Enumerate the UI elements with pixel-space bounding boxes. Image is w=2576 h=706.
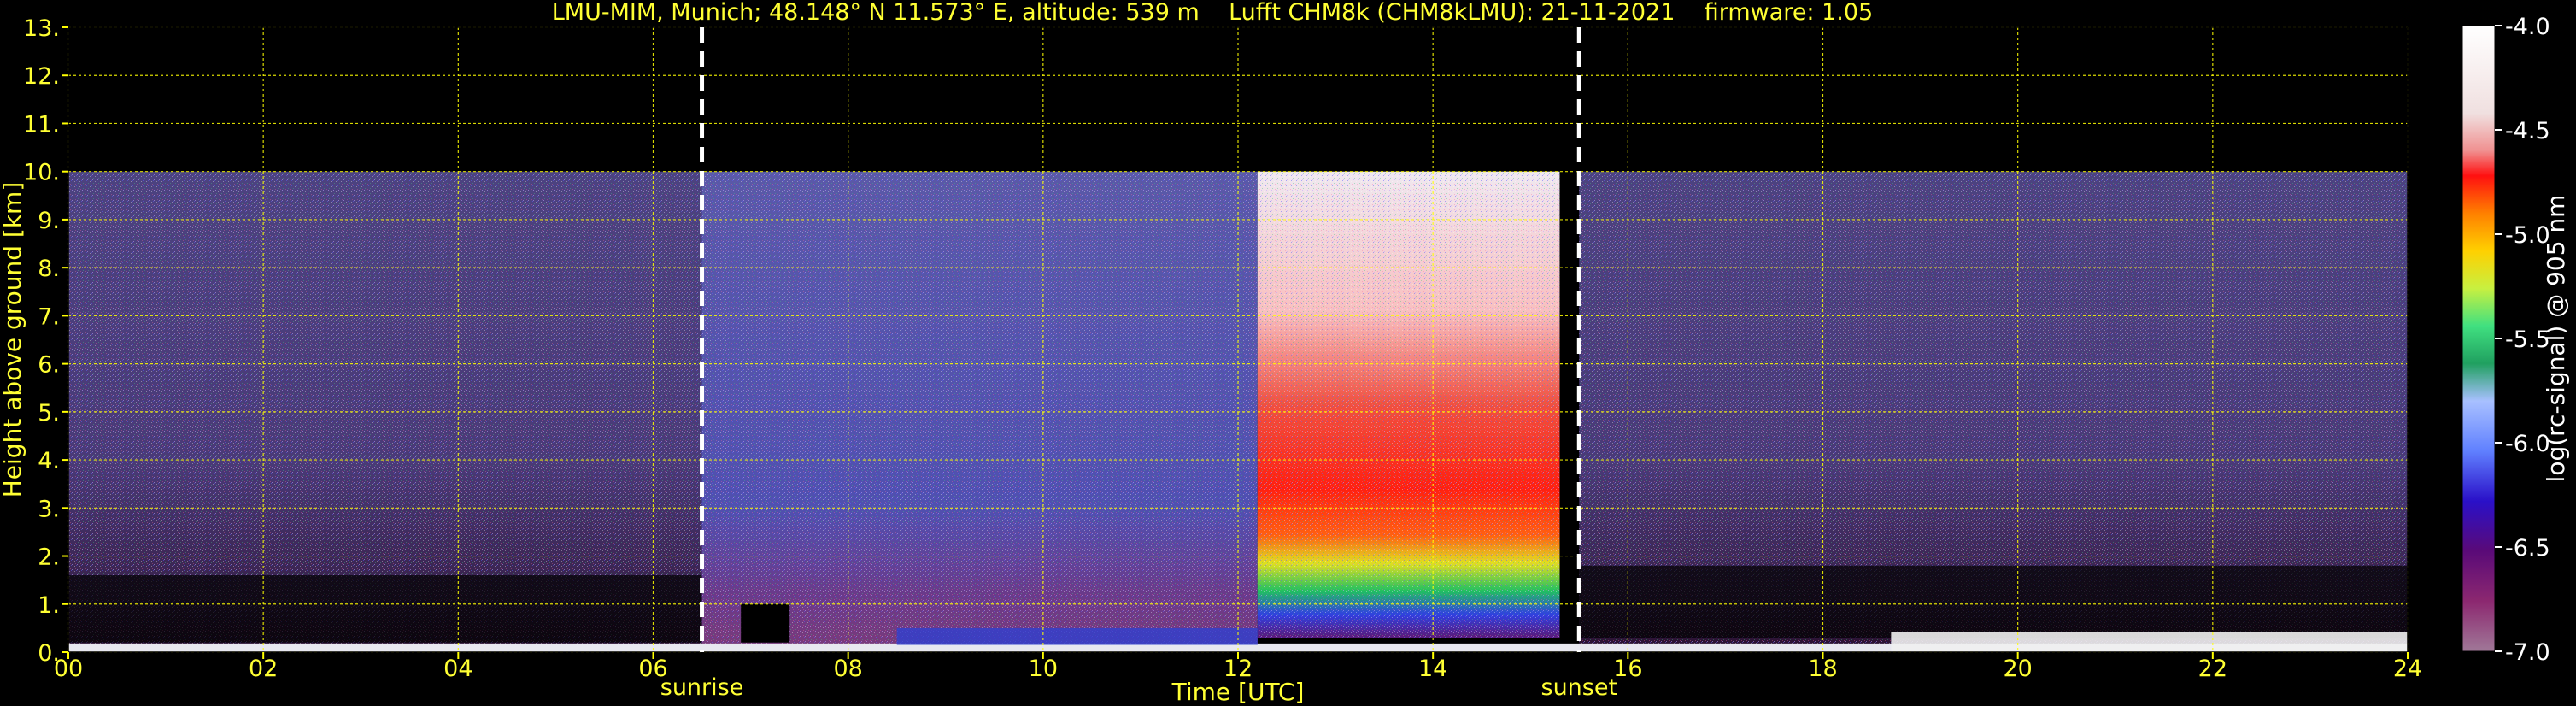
y-tick-label: 12. (23, 63, 60, 90)
evening-low-layer (1579, 565, 2408, 638)
y-tick-label: 5. (38, 400, 60, 427)
y-tick-label: 7. (38, 303, 60, 330)
x-tick-label: 02 (249, 656, 278, 682)
y-tick-label: 3. (38, 496, 60, 522)
heatmap-noise (701, 171, 1258, 652)
colorbar-tick-label: -7.0 (2505, 639, 2550, 666)
x-tick-label: 00 (54, 656, 83, 682)
morning-boundary-layer (896, 627, 1258, 645)
heatmap-noise (1257, 171, 1560, 638)
x-tick-label: 20 (2003, 656, 2032, 682)
chart-svg: sunrise sunset0.1.2.3.4.5.6.7.8.9.10.11.1… (0, 0, 2570, 706)
y-tick-label: 2. (38, 544, 60, 571)
y-tick-label: 4. (38, 448, 60, 474)
y-axis-label: Height above ground [km] (0, 182, 26, 498)
x-tick-label: 16 (1613, 656, 1642, 682)
y-tick-label: 1. (38, 592, 60, 619)
colorbar-label: log(rc-signal) @ 905 nm (2542, 195, 2570, 483)
night-low-layer (68, 575, 702, 643)
sunrise-label: sunrise (660, 674, 744, 701)
x-axis-label: Time [UTC] (1171, 678, 1305, 706)
colorbar-tick-label: -6.5 (2505, 535, 2550, 562)
y-tick-label: 13. (23, 15, 60, 42)
x-tick-label: 22 (2198, 656, 2227, 682)
x-tick-label: 14 (1418, 656, 1447, 682)
x-tick-label: 06 (638, 656, 667, 682)
x-tick-label: 04 (443, 656, 472, 682)
x-tick-label: 10 (1029, 656, 1058, 682)
y-tick-label: 11. (23, 111, 60, 138)
chart-title: LMU-MIM, Munich; 48.148° N 11.573° E, al… (552, 0, 1873, 26)
sunset-label: sunset (1541, 674, 1618, 701)
ceilometer-chart: sunrise sunset 0. 1. 2. 3. 4. 5. 6. 7. 8. 9. 10. 11. 1… (0, 0, 2576, 706)
y-tick-label: 6. (38, 352, 60, 379)
colorbar (2462, 25, 2496, 652)
colorbar-tick-label: -4.0 (2505, 14, 2550, 40)
y-tick-label: 9. (38, 208, 60, 234)
morning-gap-layer (741, 603, 790, 643)
y-tick-label: 8. (38, 256, 60, 282)
evening-ground-layer (1891, 632, 2408, 652)
x-tick-label: 08 (833, 656, 862, 682)
x-tick-label: 18 (1808, 656, 1837, 682)
y-tick-label: 10. (23, 160, 60, 186)
colorbar-tick-label: -4.5 (2505, 118, 2550, 144)
x-tick-label: 24 (2393, 656, 2422, 682)
